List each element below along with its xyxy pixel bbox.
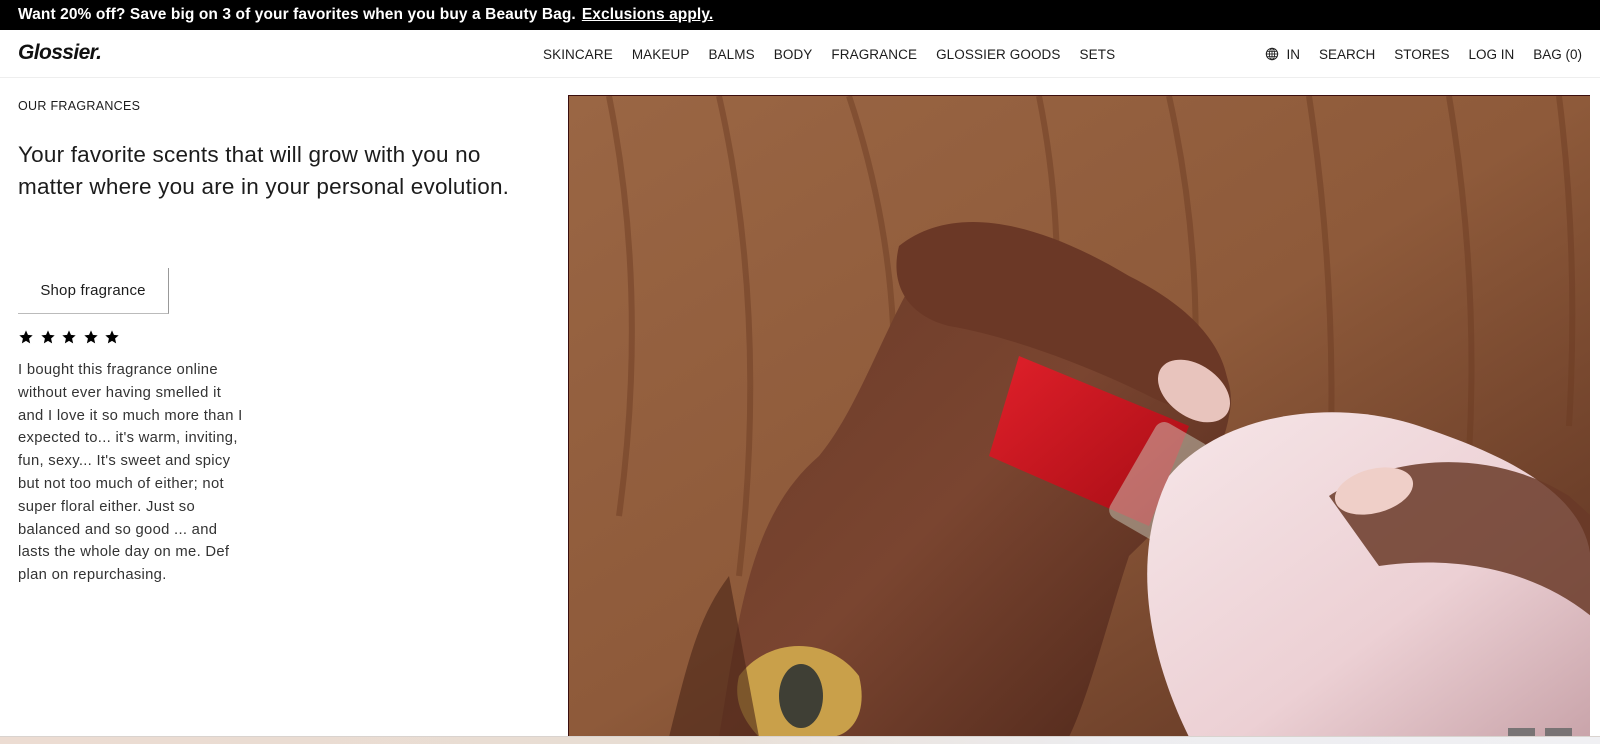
bag-link[interactable]: BAG (0) bbox=[1533, 47, 1582, 62]
review-text: I bought this fragrance online without e… bbox=[18, 362, 243, 584]
fragrance-photo bbox=[569, 96, 1590, 736]
carousel-indicators bbox=[1498, 728, 1572, 736]
globe-icon bbox=[1266, 47, 1279, 61]
star-rating bbox=[18, 329, 126, 345]
star-icon bbox=[40, 330, 55, 344]
star-icon bbox=[62, 330, 76, 344]
section-eyebrow: OUR FRAGRANCES bbox=[18, 99, 141, 113]
nav-glossier-goods[interactable]: GLOSSIER GOODS bbox=[936, 47, 1060, 62]
nav-skincare[interactable]: SKINCARE bbox=[543, 47, 613, 62]
hero-image bbox=[568, 95, 1590, 736]
nav-body[interactable]: BODY bbox=[774, 47, 813, 62]
utility-nav: IN SEARCH STORES LOG IN BAG (0) bbox=[1265, 30, 1582, 78]
shop-fragrance-button[interactable]: Shop fragrance bbox=[18, 268, 169, 314]
login-link[interactable]: LOG IN bbox=[1468, 47, 1514, 62]
next-section-edge bbox=[0, 736, 1600, 744]
exclusions-link[interactable]: Exclusions apply. bbox=[582, 6, 713, 24]
star-icon bbox=[83, 330, 98, 344]
nav-makeup[interactable]: MAKEUP bbox=[632, 47, 690, 62]
locale-label: IN bbox=[1286, 46, 1300, 62]
star-icon bbox=[105, 330, 119, 344]
locale-selector[interactable]: IN bbox=[1265, 47, 1300, 62]
stores-link[interactable]: STORES bbox=[1394, 47, 1449, 62]
promo-text: Want 20% off? Save big on 3 of your favo… bbox=[18, 6, 576, 23]
carousel-dot[interactable] bbox=[1508, 728, 1535, 736]
hero-headline: Your favorite scents that will grow with… bbox=[18, 142, 510, 199]
main-nav: SKINCARE MAKEUP BALMS BODY FRAGRANCE GLO… bbox=[543, 30, 1134, 78]
logo[interactable]: Glossier. bbox=[18, 41, 102, 65]
star-icon bbox=[19, 330, 33, 344]
nav-fragrance[interactable]: FRAGRANCE bbox=[831, 47, 917, 62]
site-header: Glossier. SKINCARE MAKEUP BALMS BODY FRA… bbox=[0, 30, 1600, 78]
carousel-dot[interactable] bbox=[1545, 728, 1572, 736]
nav-balms[interactable]: BALMS bbox=[708, 47, 754, 62]
nav-sets[interactable]: SETS bbox=[1080, 47, 1116, 62]
search-link[interactable]: SEARCH bbox=[1319, 47, 1375, 62]
promo-banner: Want 20% off? Save big on 3 of your favo… bbox=[0, 0, 1600, 30]
